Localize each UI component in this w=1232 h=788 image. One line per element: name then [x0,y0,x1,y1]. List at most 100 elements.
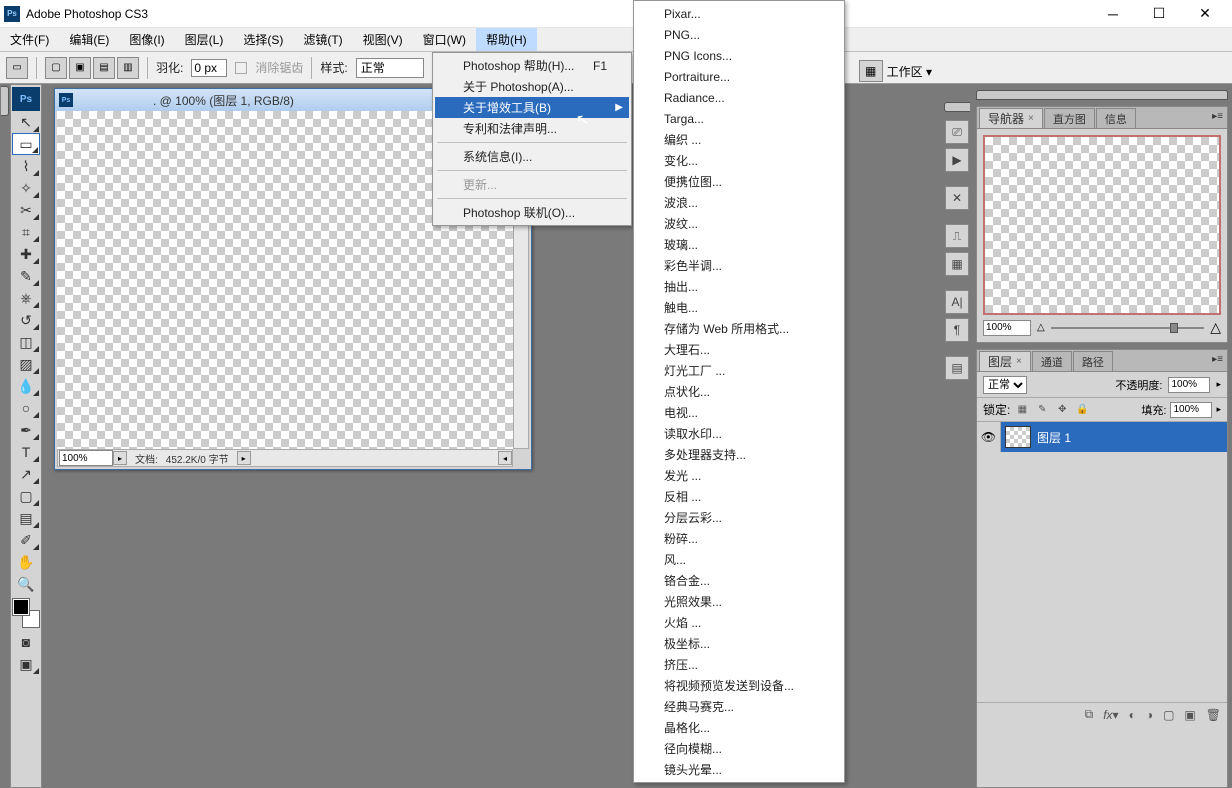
adjustment-icon[interactable]: ◑ [1146,708,1153,722]
tab-channels[interactable]: 通道 [1032,351,1072,371]
menu-文件(F)[interactable]: 文件(F) [0,28,59,51]
group-icon[interactable]: ▢ [1163,708,1174,722]
marquee-tool[interactable]: ▭ [12,133,40,155]
plugin-item[interactable]: 彩色半调... [636,255,842,276]
plugin-item[interactable]: 触电... [636,297,842,318]
zoom-in-icon[interactable]: △ [1210,319,1221,336]
plugin-item[interactable]: 波纹... [636,213,842,234]
help-item[interactable]: 专利和法律声明... [435,118,629,139]
plugin-item[interactable]: 便携位图... [636,171,842,192]
panels-grab[interactable] [976,90,1228,100]
lock-move-icon[interactable]: ✥ [1054,402,1070,418]
plugin-item[interactable]: 分层云彩... [636,507,842,528]
hand-tool[interactable]: ✋ [12,551,40,573]
plugin-item[interactable]: 将视频预览发送到设备... [636,675,842,696]
plugin-item[interactable]: 铬合金... [636,570,842,591]
plugin-item[interactable]: 挤压... [636,654,842,675]
menu-滤镜(T)[interactable]: 滤镜(T) [293,28,352,51]
plugin-item[interactable]: 反相 ... [636,486,842,507]
menu-选择(S)[interactable]: 选择(S) [233,28,293,51]
plugin-item[interactable]: 径向模糊... [636,738,842,759]
menu-帮助(H)[interactable]: 帮助(H) [476,28,537,51]
ps-logo-icon[interactable]: Ps [12,87,40,111]
blur-tool[interactable]: 💧 [12,375,40,397]
foreground-swatch[interactable] [13,599,29,615]
tab-layers[interactable]: 图层× [979,351,1031,371]
help-item[interactable]: 系统信息(I)... [435,146,629,167]
delete-layer-icon[interactable]: 🗑 [1206,708,1221,722]
tab-histogram[interactable]: 直方图 [1044,108,1095,128]
tab-info[interactable]: 信息 [1096,108,1136,128]
notes-tool[interactable]: ▤ [12,507,40,529]
opacity-input[interactable] [1168,377,1210,393]
screen-mode-icon[interactable]: ▣ [12,653,40,675]
panel-icon-3[interactable]: ✕ [945,186,969,210]
menu-图像(I)[interactable]: 图像(I) [119,28,174,51]
plugin-item[interactable]: 存储为 Web 所用格式... [636,318,842,339]
panel-icon-5[interactable]: ▦ [945,252,969,276]
history-brush-tool[interactable]: ↺ [12,309,40,331]
selection-add-icon[interactable]: ▣ [69,57,91,79]
selection-subtract-icon[interactable]: ▤ [93,57,115,79]
panel-icons-grab[interactable] [944,102,970,112]
panel-icon-6[interactable]: A| [945,290,969,314]
slice-tool[interactable]: ⌗ [12,221,40,243]
plugin-item[interactable]: 读取水印... [636,423,842,444]
plugin-item[interactable]: 极坐标... [636,633,842,654]
info-arrow-icon[interactable]: ▸ [237,451,251,465]
shape-tool[interactable]: ▢ [12,485,40,507]
help-item[interactable]: 关于增效工具(B)▶ [435,97,629,118]
selection-intersect-icon[interactable]: ▥ [117,57,139,79]
menu-窗口(W)[interactable]: 窗口(W) [413,28,476,51]
move-tool[interactable]: ↖ [12,111,40,133]
fill-input[interactable] [1170,402,1212,418]
stamp-tool[interactable]: ⎈ [12,287,40,309]
plugin-item[interactable]: 光照效果... [636,591,842,612]
feather-input[interactable] [191,59,227,77]
navigator-zoom-input[interactable] [983,320,1031,336]
pen-tool[interactable]: ✒ [12,419,40,441]
zoom-slider[interactable] [1051,322,1205,334]
new-layer-icon[interactable]: ▣ [1184,708,1195,722]
panel-icon-8[interactable]: ▤ [945,356,969,380]
tool-preset-icon[interactable]: ▭ [6,57,28,79]
panel-icon-4[interactable]: ⎍ [945,224,969,248]
plugin-item[interactable]: 变化... [636,150,842,171]
plugin-item[interactable]: PNG Icons... [636,45,842,66]
panel-menu-icon[interactable]: ▸≡ [1212,111,1223,122]
plugin-item[interactable]: Portraiture... [636,66,842,87]
mask-icon[interactable]: ◐ [1129,708,1136,722]
plugin-item[interactable]: Targa... [636,108,842,129]
navigator-preview[interactable] [983,135,1221,315]
crop-tool[interactable]: ✂ [12,199,40,221]
lock-all-icon[interactable]: 🔒 [1074,402,1090,418]
brush-tool[interactable]: ✎ [12,265,40,287]
plugin-item[interactable]: 镜头光晕... [636,759,842,780]
plugin-item[interactable]: 多处理器支持... [636,444,842,465]
plugin-item[interactable]: 火焰 ... [636,612,842,633]
menu-视图(V)[interactable]: 视图(V) [353,28,413,51]
visibility-icon[interactable]: 👁 [977,422,1001,452]
lasso-tool[interactable]: ⌇ [12,155,40,177]
panel-icon-1[interactable]: ⎚ [945,120,969,144]
link-layers-icon[interactable]: ⧉ [1085,707,1094,722]
heal-tool[interactable]: ✚ [12,243,40,265]
plugin-item[interactable]: PNG... [636,24,842,45]
plugin-item[interactable]: 灯光工厂 ... [636,360,842,381]
plugin-item[interactable]: 粉碎... [636,528,842,549]
layer-row[interactable]: 👁 图层 1 [977,422,1227,452]
lock-paint-icon[interactable]: ✎ [1034,402,1050,418]
plugin-item[interactable]: 玻璃... [636,234,842,255]
path-select-tool[interactable]: ↗ [12,463,40,485]
toolbox-grab[interactable] [1,86,9,116]
style-select[interactable] [356,58,424,78]
plugin-item[interactable]: 大理石... [636,339,842,360]
gradient-tool[interactable]: ▨ [12,353,40,375]
plugin-item[interactable]: 编织 ... [636,129,842,150]
workspace-switcher[interactable]: ▦ 工作区 ▾ [859,60,932,82]
dodge-tool[interactable]: ○ [12,397,40,419]
help-item[interactable]: Photoshop 联机(O)... [435,202,629,223]
tab-navigator[interactable]: 导航器× [979,108,1043,128]
minimize-button[interactable]: ─ [1090,0,1136,28]
maximize-button[interactable]: ☐ [1136,0,1182,28]
